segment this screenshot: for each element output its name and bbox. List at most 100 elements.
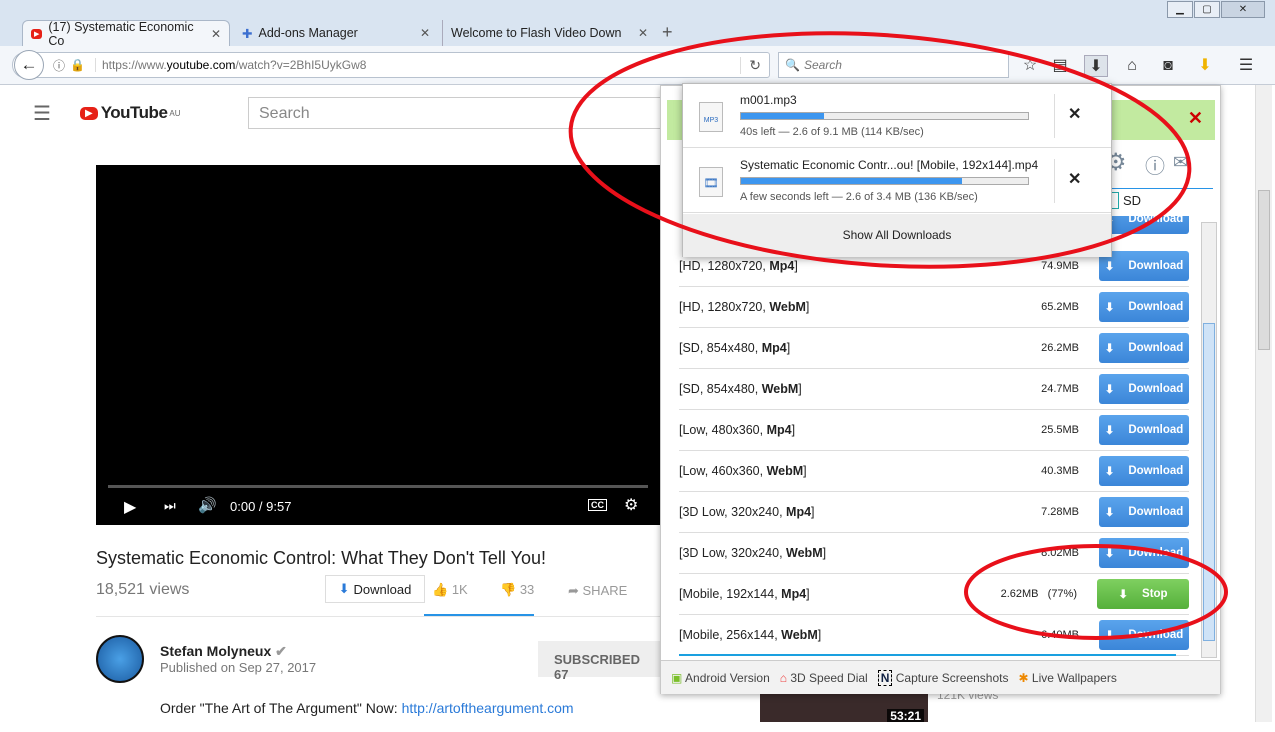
quality-sd-checkbox[interactable]: SD: [1111, 192, 1141, 209]
tab-flash-video[interactable]: Welcome to Flash Video Downloa ✕: [442, 20, 656, 46]
download-item[interactable]: 🎞 Systematic Economic Contr...ou! [Mobil…: [683, 149, 1111, 213]
play-icon[interactable]: ▶: [124, 497, 136, 517]
menu-icon[interactable]: ☰: [1234, 55, 1258, 77]
show-all-downloads-button[interactable]: Show All Downloads: [683, 214, 1111, 257]
description-link[interactable]: http://artoftheargument.com: [402, 700, 574, 716]
format-list: ⬇Download [HD, 1280x720, Mp4] 74.9MB ⬇Do…: [679, 216, 1199, 659]
format-row: [Mobile, 192x144, Mp4] 2.62MB (77%) ⬇ Sto…: [679, 574, 1189, 615]
info-icon[interactable]: ⓘ: [53, 57, 65, 74]
youtube-download-button[interactable]: ⬇ Download: [325, 575, 425, 603]
channel-name[interactable]: Stefan Molyneux ✔: [160, 643, 287, 660]
footer-3d-speed-dial[interactable]: ⌂ 3D Speed Dial: [780, 671, 868, 685]
youtube-logo[interactable]: ▶ YouTube AU: [80, 103, 181, 123]
download-button[interactable]: ⬇ Download: [1099, 620, 1189, 650]
format-label: [HD, 1280x720, WebM]: [679, 300, 810, 314]
page-scrollbar[interactable]: [1255, 85, 1272, 722]
download-button[interactable]: ⬇ Download: [1099, 538, 1189, 568]
close-window-button[interactable]: ✕: [1221, 1, 1265, 18]
download-button[interactable]: ⬇ Download: [1099, 292, 1189, 322]
puzzle-icon: ✚: [242, 26, 253, 41]
download-button[interactable]: ⬇ Download: [1099, 333, 1189, 363]
dislike-button[interactable]: 👎 33: [500, 582, 534, 598]
footer-capture-screenshots[interactable]: N Capture Screenshots: [877, 669, 1008, 686]
settings-gear-icon[interactable]: ⚙: [624, 495, 638, 515]
close-tab-icon[interactable]: ✕: [420, 26, 430, 40]
subscribed-button[interactable]: SUBSCRIBED 67: [538, 641, 668, 682]
download-arrow-icon: ⬇: [1104, 630, 1115, 642]
youtube-search-input[interactable]: Search: [248, 97, 678, 129]
format-label: [HD, 1280x720, Mp4]: [679, 259, 798, 273]
hamburger-icon[interactable]: ☰: [33, 101, 51, 126]
tab-youtube[interactable]: ▶ (17) Systematic Economic Co ✕: [22, 20, 230, 48]
maximize-button[interactable]: ▢: [1194, 1, 1220, 18]
url-bar[interactable]: ⓘ 🔒 https://www.youtube.com/watch?v=2BhI…: [12, 52, 770, 78]
format-label: [Low, 480x360, Mp4]: [679, 423, 796, 437]
related-thumbnail[interactable]: 53:21: [760, 690, 928, 722]
download-button[interactable]: ⬇ Download: [1099, 374, 1189, 404]
android-icon: ▣: [671, 670, 683, 685]
format-row: [SD, 854x480, Mp4] 26.2MB ⬇ Download: [679, 328, 1189, 369]
description: Order "The Art of The Argument" Now: htt…: [160, 700, 574, 716]
search-icon: 🔍: [785, 58, 800, 72]
search-input[interactable]: 🔍 Search: [778, 52, 1009, 78]
format-row: [3D Low, 320x240, WebM] 8.02MB ⬇ Download: [679, 533, 1189, 574]
stop-button[interactable]: ⬇ Stop: [1097, 579, 1189, 609]
cancel-download-icon[interactable]: ✕: [1068, 104, 1081, 124]
scrollbar-thumb[interactable]: [1258, 190, 1270, 350]
format-size: 26.2MB: [1041, 342, 1079, 354]
minimize-button[interactable]: ▁: [1167, 1, 1193, 18]
list-scrollbar-thumb[interactable]: [1203, 323, 1215, 641]
next-icon[interactable]: ⏭: [164, 498, 176, 514]
lock-icon: 🔒: [70, 58, 85, 72]
download-button[interactable]: ⬇ Download: [1099, 415, 1189, 445]
download-arrow-icon: ⬇: [1104, 507, 1115, 519]
volume-icon[interactable]: 🔊: [198, 496, 217, 514]
cancel-download-icon[interactable]: ✕: [1068, 169, 1081, 189]
new-tab-button[interactable]: +: [662, 22, 673, 43]
format-row: [Mobile, 256x144, WebM] 6.40MB ⬇ Download: [679, 615, 1189, 656]
reload-icon[interactable]: ↻: [740, 56, 761, 74]
download-arrow-icon: ⬇: [1104, 548, 1115, 560]
download-progress-bar: [740, 112, 1029, 120]
back-button[interactable]: ←: [14, 50, 44, 80]
channel-avatar[interactable]: [96, 635, 144, 683]
tab-addons[interactable]: ✚ Add-ons Manager ✕: [234, 20, 438, 46]
download-item[interactable]: MP3 m001.mp3 40s left — 2.6 of 9.1 MB (1…: [683, 84, 1111, 148]
reading-list-icon[interactable]: ▤: [1048, 55, 1072, 77]
close-tab-icon[interactable]: ✕: [211, 27, 221, 41]
footer-android-version[interactable]: ▣ Android Version: [671, 671, 770, 685]
format-size: 65.2MB: [1041, 301, 1079, 313]
list-scrollbar[interactable]: [1201, 222, 1217, 658]
home-icon[interactable]: ⌂: [1120, 55, 1144, 77]
downloads-button[interactable]: ⬇: [1084, 55, 1108, 77]
like-button[interactable]: 👍 1K: [432, 582, 468, 598]
share-button[interactable]: ➦ SHARE: [568, 583, 627, 599]
verified-icon: ✔: [275, 643, 287, 659]
format-size: 7.28MB: [1041, 506, 1079, 518]
close-tab-icon[interactable]: ✕: [638, 26, 648, 40]
format-label: [SD, 854x480, Mp4]: [679, 341, 791, 355]
video-progress-bar[interactable]: [108, 485, 648, 488]
close-notification-icon[interactable]: ✕: [1188, 108, 1203, 129]
download-arrow-icon: ⬇: [1118, 589, 1129, 601]
mail-icon[interactable]: ✉: [1173, 152, 1188, 173]
flash-downloader-icon[interactable]: ⬇: [1193, 55, 1217, 77]
format-label: [3D Low, 320x240, WebM]: [679, 546, 827, 560]
download-button[interactable]: ⬇ Download: [1099, 251, 1189, 281]
footer-live-wallpapers[interactable]: ✱ Live Wallpapers: [1018, 671, 1116, 685]
pocket-icon[interactable]: ◙: [1156, 55, 1180, 77]
format-row: [Low, 480x360, Mp4] 25.5MB ⬇ Download: [679, 410, 1189, 451]
alert-icon[interactable]: ⓘ: [1145, 150, 1165, 179]
bookmark-star-icon[interactable]: ☆: [1018, 55, 1042, 77]
download-button[interactable]: ⬇ Download: [1099, 497, 1189, 527]
title-bar: ▁ ▢ ✕: [0, 0, 1275, 18]
format-size: 2.62MB (77%): [1000, 588, 1077, 600]
captions-icon[interactable]: CC: [588, 499, 607, 511]
download-arrow-icon: ⬇: [1104, 302, 1115, 314]
url-text[interactable]: https://www.youtube.com/watch?v=2BhI5Uyk…: [94, 58, 366, 72]
format-label: [SD, 854x480, WebM]: [679, 382, 802, 396]
format-label: [Mobile, 256x144, WebM]: [679, 628, 822, 642]
download-arrow-icon: ⬇: [1104, 384, 1115, 396]
download-button[interactable]: ⬇ Download: [1099, 456, 1189, 486]
video-player[interactable]: ▶ ⏭ 🔊 0:00 / 9:57 CC ⚙: [96, 165, 660, 525]
